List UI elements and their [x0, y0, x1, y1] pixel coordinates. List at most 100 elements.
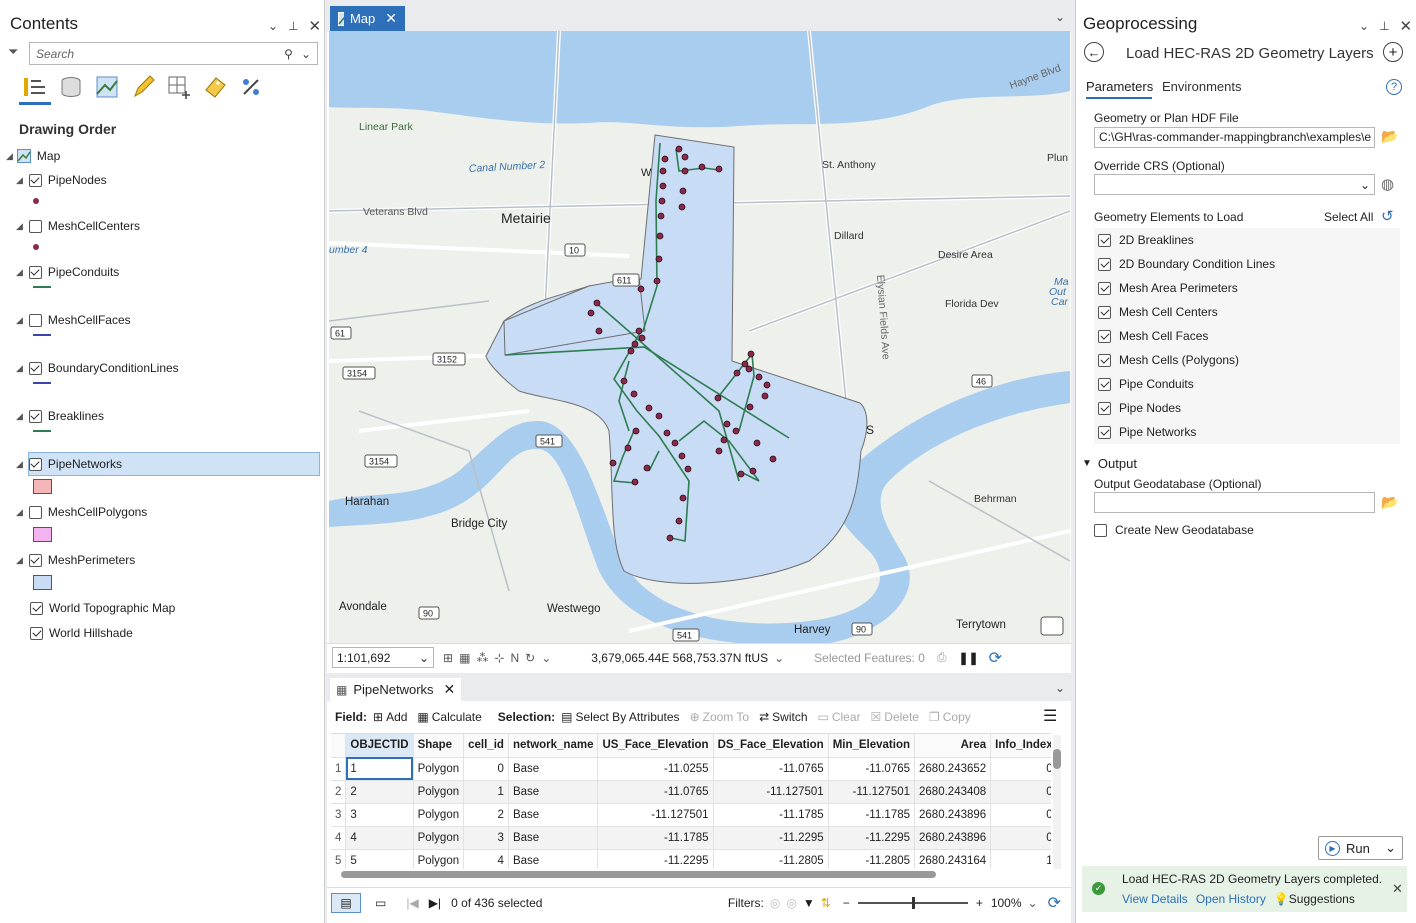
collapse-icon[interactable]: ◢ — [16, 411, 23, 422]
zoom-slider[interactable] — [857, 896, 968, 909]
search-icon[interactable]: ⚲ — [284, 47, 293, 61]
geometry-element-option[interactable]: 2D Breaklines — [1098, 229, 1194, 251]
table-cell[interactable]: 2680.243896 — [914, 826, 992, 850]
list-by-labeling-icon[interactable] — [202, 74, 228, 100]
refresh-icon[interactable]: ⟳ — [989, 648, 1002, 668]
zoom-in-icon[interactable]: + — [976, 896, 983, 910]
select-all-link[interactable]: Select All — [1324, 210, 1373, 224]
show-all-records-icon[interactable]: ▤ — [331, 892, 361, 913]
gdb-input[interactable] — [1094, 492, 1375, 513]
pin-icon[interactable]: ⊥ — [288, 19, 298, 33]
layer-visibility-checkbox[interactable] — [28, 361, 42, 375]
layer-row[interactable]: World Hillshade — [30, 623, 133, 643]
element-checkbox[interactable] — [1098, 305, 1111, 319]
layer-row[interactable]: ◢ MeshCellFaces — [16, 310, 131, 330]
table-cell[interactable]: 0 — [990, 826, 1051, 850]
suggestions-link[interactable]: 💡 Suggestions — [1274, 892, 1355, 906]
collapse-icon[interactable]: ◢ — [16, 221, 23, 232]
table-row[interactable]: 5 5 Polygon 4 Base -11.2295 -11.2805 -11.2805 26… — [331, 849, 1051, 869]
element-checkbox[interactable] — [1098, 353, 1111, 367]
table-cell[interactable]: 5 — [345, 849, 414, 869]
element-checkbox[interactable] — [1098, 233, 1111, 247]
layer-symbol[interactable] — [33, 527, 52, 542]
attribute-grid[interactable]: OBJECTID Shape cell_id network_name US_Face_… — [331, 733, 1051, 869]
layer-symbol[interactable] — [33, 198, 39, 204]
open-history-link[interactable]: Open History — [1196, 892, 1266, 906]
column-header[interactable]: US_Face_Elevation — [597, 734, 714, 758]
table-cell[interactable]: 2680.243652 — [914, 757, 992, 781]
table-cell[interactable]: 2680.243408 — [914, 780, 992, 804]
last-record-icon[interactable]: ▶| — [429, 896, 441, 910]
collapse-icon[interactable]: ◢ — [16, 459, 23, 470]
view-details-link[interactable]: View Details — [1122, 892, 1188, 906]
table-cell[interactable]: -11.2295 — [828, 826, 916, 850]
layer-visibility-checkbox[interactable] — [28, 265, 42, 279]
chevron-down-icon[interactable]: ⌄ — [301, 47, 311, 61]
file-input[interactable]: C:\GH\ras-commander-mappingbranch\exampl… — [1094, 127, 1375, 148]
element-checkbox[interactable] — [1098, 329, 1111, 343]
table-cell[interactable]: Polygon — [413, 849, 465, 869]
crs-select[interactable]: ⌄ — [1094, 174, 1375, 195]
map-popup-icon[interactable] — [1040, 616, 1064, 636]
scale-select[interactable]: 1:101,692 ⌄ — [332, 647, 434, 668]
row-header-corner[interactable] — [331, 734, 347, 758]
pause-icon[interactable]: ❚❚ — [958, 651, 978, 665]
column-header[interactable]: Shape — [413, 734, 465, 758]
table-cell[interactable]: 0 — [990, 757, 1051, 781]
table-cell[interactable]: -11.1785 — [597, 826, 714, 850]
north-icon[interactable]: N — [510, 651, 519, 665]
column-header[interactable]: cell_id — [463, 734, 509, 758]
table-cell[interactable]: -11.127501 — [828, 780, 916, 804]
table-cell[interactable]: 0 — [990, 803, 1051, 827]
time-filter-icon[interactable]: ◎ — [786, 896, 796, 910]
collapse-icon[interactable]: ◢ — [16, 555, 23, 566]
layer-row[interactable]: World Topographic Map — [30, 598, 175, 618]
chevron-down-icon[interactable]: ⌄ — [1028, 896, 1038, 910]
create-gdb-option[interactable]: Create New Geodatabase — [1094, 523, 1254, 537]
geometry-element-option[interactable]: 2D Boundary Condition Lines — [1098, 253, 1275, 275]
folder-icon[interactable]: 📂 — [1381, 128, 1398, 145]
table-cell[interactable]: -11.2295 — [597, 849, 714, 869]
table-cell[interactable]: 3 — [345, 803, 414, 827]
geometry-element-option[interactable]: Mesh Area Perimeters — [1098, 277, 1238, 299]
layer-row[interactable]: ◢ PipeConduits — [16, 262, 119, 282]
table-cell[interactable]: Base — [508, 780, 599, 804]
clear-button[interactable]: ▭ Clear — [818, 710, 861, 724]
table-cell[interactable]: Polygon — [413, 803, 465, 827]
layer-symbol[interactable] — [33, 430, 51, 432]
fixed-zoom-icon[interactable]: ⊞ — [443, 651, 453, 665]
layer-symbol[interactable] — [33, 244, 39, 250]
run-button[interactable]: ▶ Run ⌄ — [1318, 836, 1403, 860]
snapping-icon[interactable]: ⁂ — [476, 651, 488, 665]
element-checkbox[interactable] — [1098, 425, 1111, 439]
layer-visibility-checkbox[interactable] — [28, 409, 42, 423]
table-row[interactable]: 2 2 Polygon 1 Base -11.0765 -11.127501 -11.1275… — [331, 780, 1051, 804]
menu-icon[interactable]: ☰ — [1043, 706, 1057, 726]
column-header[interactable]: Info_Index — [990, 734, 1051, 758]
list-by-snapping-icon[interactable] — [238, 74, 264, 100]
pin-icon[interactable]: ⊥ — [1379, 19, 1389, 33]
chevron-down-icon[interactable]: ⌄ — [774, 651, 784, 665]
first-record-icon[interactable]: |◀ — [406, 896, 418, 910]
table-cell[interactable]: 2680.243164 — [914, 849, 992, 869]
column-header[interactable]: Min_Elevation — [828, 734, 916, 758]
layer-row[interactable]: ◢ MeshPerimeters — [16, 550, 135, 570]
element-checkbox[interactable] — [1098, 281, 1111, 295]
chevron-down-icon[interactable]: ⌄ — [541, 651, 551, 665]
list-by-visibility-icon[interactable] — [94, 74, 120, 100]
layer-visibility-checkbox[interactable] — [28, 553, 42, 567]
collapse-icon[interactable]: ◢ — [16, 267, 23, 278]
column-header[interactable]: OBJECTID — [345, 734, 414, 758]
chevron-down-icon[interactable]: ⌄ — [1055, 681, 1065, 695]
collapse-icon[interactable]: ◢ — [16, 363, 23, 374]
layer-row[interactable]: ◢ MeshCellCenters — [16, 216, 140, 236]
table-cell[interactable]: 4 — [345, 826, 414, 850]
row-number[interactable]: 3 — [331, 803, 347, 827]
add-field-button[interactable]: ⊞ Add — [373, 710, 407, 724]
layer-row[interactable]: ◢ PipeNetworks — [16, 454, 122, 474]
collapse-icon[interactable]: ◢ — [6, 151, 13, 162]
table-cell[interactable]: -11.2295 — [713, 826, 829, 850]
constraint-icon[interactable]: ⊹ — [494, 651, 504, 665]
map-node[interactable]: ◢ Map — [6, 146, 60, 166]
table-cell[interactable]: 1 — [345, 757, 414, 781]
